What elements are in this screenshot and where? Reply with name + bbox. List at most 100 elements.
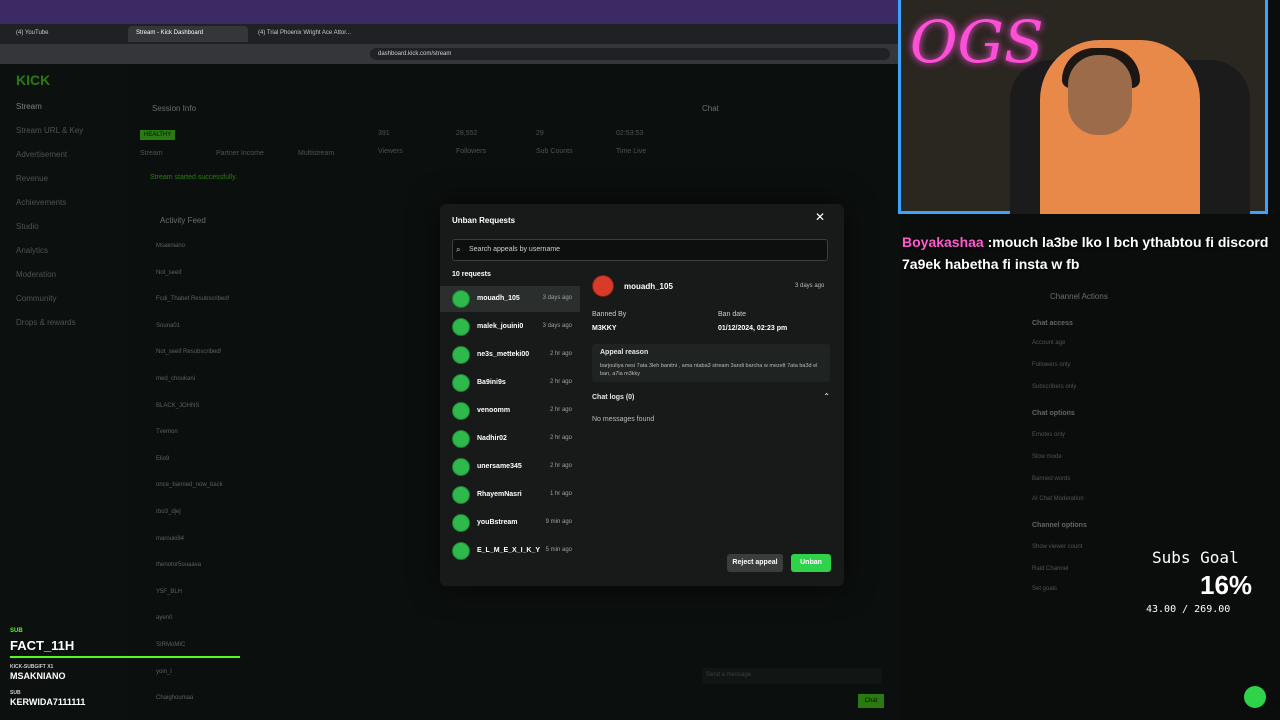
setting-followers-only[interactable]: Followers only (1032, 362, 1070, 368)
ban-date-label: Ban date (718, 311, 747, 318)
tab-phoenix-wright[interactable]: (4) Trial Phoenix Wright Ace Attor... (250, 26, 370, 42)
setting-viewer-count[interactable]: Show viewer count (1032, 544, 1082, 550)
request-username: Nadhir02 (477, 435, 507, 442)
activity-item: Elio9 (156, 455, 170, 462)
request-time: 3 days ago (542, 323, 572, 329)
activity-item: marouki84 (156, 535, 185, 542)
chevron-up-icon[interactable]: ⌃ (823, 392, 830, 401)
tab-label: (4) Trial Phoenix Wright Ace Attor... (258, 30, 351, 36)
avatar (452, 430, 470, 448)
search-icon: ⌕ (456, 245, 461, 254)
setting-subscribers-only[interactable]: Subscribers only (1032, 384, 1076, 390)
sidebar-item-advertisement[interactable]: Advertisement (16, 150, 67, 159)
banned-by-label: Banned By (592, 311, 627, 318)
activity-item: med_choukani (156, 376, 196, 382)
chat-send-button[interactable]: Chat (858, 694, 884, 708)
request-row[interactable]: ne3s_metteki00 2 hr ago (440, 342, 580, 368)
request-row[interactable]: venoomm 2 hr ago (440, 398, 580, 424)
request-time: 2 hr ago (549, 351, 572, 357)
request-username: ne3s_metteki00 (477, 351, 530, 358)
alert-name: MSAKNIANO (10, 671, 66, 681)
stat-label: Stream (140, 150, 163, 157)
url-field[interactable]: dashboard.kick.com/stream (370, 48, 890, 60)
setting-set-goals[interactable]: Set goals (1032, 586, 1057, 592)
channel-actions-title: Channel Actions (1050, 292, 1108, 301)
alert-tag: SUB (10, 690, 21, 696)
activity-item: Souna01 (156, 322, 181, 329)
request-username: Ba9ini9s (477, 379, 506, 386)
request-time: 2 hr ago (549, 379, 572, 385)
request-time: 1 hr ago (549, 491, 572, 497)
chat-logs-label: Chat logs (0) (592, 394, 635, 401)
status-dot-icon (1244, 686, 1266, 708)
overlay-chat-message: Boyakashaa :mouch la3be lko l bch ythabt… (902, 231, 1270, 275)
activity-item: Not_seeif (156, 269, 182, 276)
sidebar-item-revenue[interactable]: Revenue (16, 174, 48, 183)
subs-goal-amount: 43.00 / 269.00 (1146, 604, 1231, 615)
setting-ai-moderation[interactable]: AI Chat Moderation (1032, 496, 1084, 502)
request-row[interactable]: unersame345 2 hr ago (440, 454, 580, 480)
chat-logs-header[interactable]: Chat logs (0) ⌃ (592, 390, 830, 406)
close-icon[interactable]: ✕ (812, 210, 828, 226)
request-row[interactable]: RhayemNasri 1 hr ago (440, 482, 580, 508)
tab-label: (4) YouTube (16, 30, 49, 36)
activity-item: Chaighoumaa (156, 695, 194, 702)
search-input[interactable]: Search appeals by username (452, 239, 828, 261)
stat-label: Partner Income (216, 150, 264, 157)
banned-by-value: M3KKY (592, 325, 617, 332)
request-row[interactable]: youBstream 9 min ago (440, 510, 580, 536)
avatar (452, 486, 470, 504)
streamer-head (1068, 55, 1132, 135)
modal-title: Unban Requests (452, 216, 516, 225)
tab-youtube[interactable]: (4) YouTube (8, 26, 128, 42)
setting-raid-channel[interactable]: Raid Channel (1032, 566, 1068, 572)
sidebar-item-studio[interactable]: Studio (16, 222, 39, 231)
unban-button[interactable]: Unban (791, 554, 831, 572)
stat-time-live: 02:53:53 (616, 130, 644, 137)
sidebar-item-drops[interactable]: Drops & rewards (16, 318, 76, 327)
setting-banned-words[interactable]: Banned words (1032, 476, 1070, 482)
alert-tag: SUB (10, 628, 23, 634)
chat-title: Chat (702, 104, 719, 113)
setting-emotes-only[interactable]: Emotes only (1032, 432, 1065, 438)
unban-requests-modal: Unban Requests ✕ Search appeals by usern… (440, 204, 844, 586)
request-username: venoomm (477, 407, 511, 414)
request-username: youBstream (477, 519, 518, 526)
sidebar-item-achievements[interactable]: Achievements (16, 198, 66, 207)
sidebar-item-stream-url[interactable]: Stream URL & Key (16, 126, 83, 135)
avatar (452, 318, 470, 336)
request-time: 2 hr ago (549, 463, 572, 469)
activity-item: rbo3_djej (156, 509, 181, 515)
sidebar: KICK Stream Stream URL & Key Advertiseme… (0, 64, 128, 720)
setting-slow-mode[interactable]: Slow mode (1032, 454, 1062, 460)
section-title: Chat access (1032, 320, 1073, 327)
request-list: mouadh_105 3 days ago malek_jouini0 3 days … (440, 286, 580, 566)
tab-kick-dashboard[interactable]: Stream - Kick Dashboard (128, 26, 248, 42)
activity-item: Not_seeif Resubscribed! (156, 349, 222, 356)
request-row[interactable]: E_L_M_E_X_I_K_Y 5 min ago (440, 538, 580, 564)
request-row[interactable]: malek_jouini0 3 days ago (440, 314, 580, 340)
sidebar-item-analytics[interactable]: Analytics (16, 246, 48, 255)
request-count: 10 requests (452, 271, 491, 278)
alert-progress (10, 656, 240, 658)
request-row[interactable]: mouadh_105 3 days ago (440, 286, 580, 312)
session-info-panel: Session Info HEALTHY 391 Viewers 28,552 … (136, 96, 684, 200)
sidebar-item-stream[interactable]: Stream (16, 102, 42, 111)
chat-input[interactable]: Send a message (702, 668, 882, 684)
stat-viewers: 391 (378, 130, 390, 137)
stat-subs: 29 (536, 130, 544, 137)
request-row[interactable]: Ba9ini9s 2 hr ago (440, 370, 580, 396)
activity-item: Y5F_BLH (156, 588, 183, 595)
sidebar-item-moderation[interactable]: Moderation (16, 270, 56, 279)
reject-appeal-button[interactable]: Reject appeal (727, 554, 783, 572)
request-time: 3 days ago (542, 295, 572, 301)
setting-account-age[interactable]: Account age (1032, 340, 1065, 346)
tab-label: Stream - Kick Dashboard (136, 30, 204, 36)
alert-name: FACT_11H (10, 638, 75, 653)
alert-tag: KICK-SUBGIFT X1 (10, 664, 54, 670)
activity-title: Activity Feed (160, 216, 206, 225)
sidebar-item-community[interactable]: Community (16, 294, 56, 303)
section-title: Chat options (1032, 410, 1075, 417)
request-row[interactable]: Nadhir02 2 hr ago (440, 426, 580, 452)
activity-item: ayen0 (156, 615, 173, 622)
